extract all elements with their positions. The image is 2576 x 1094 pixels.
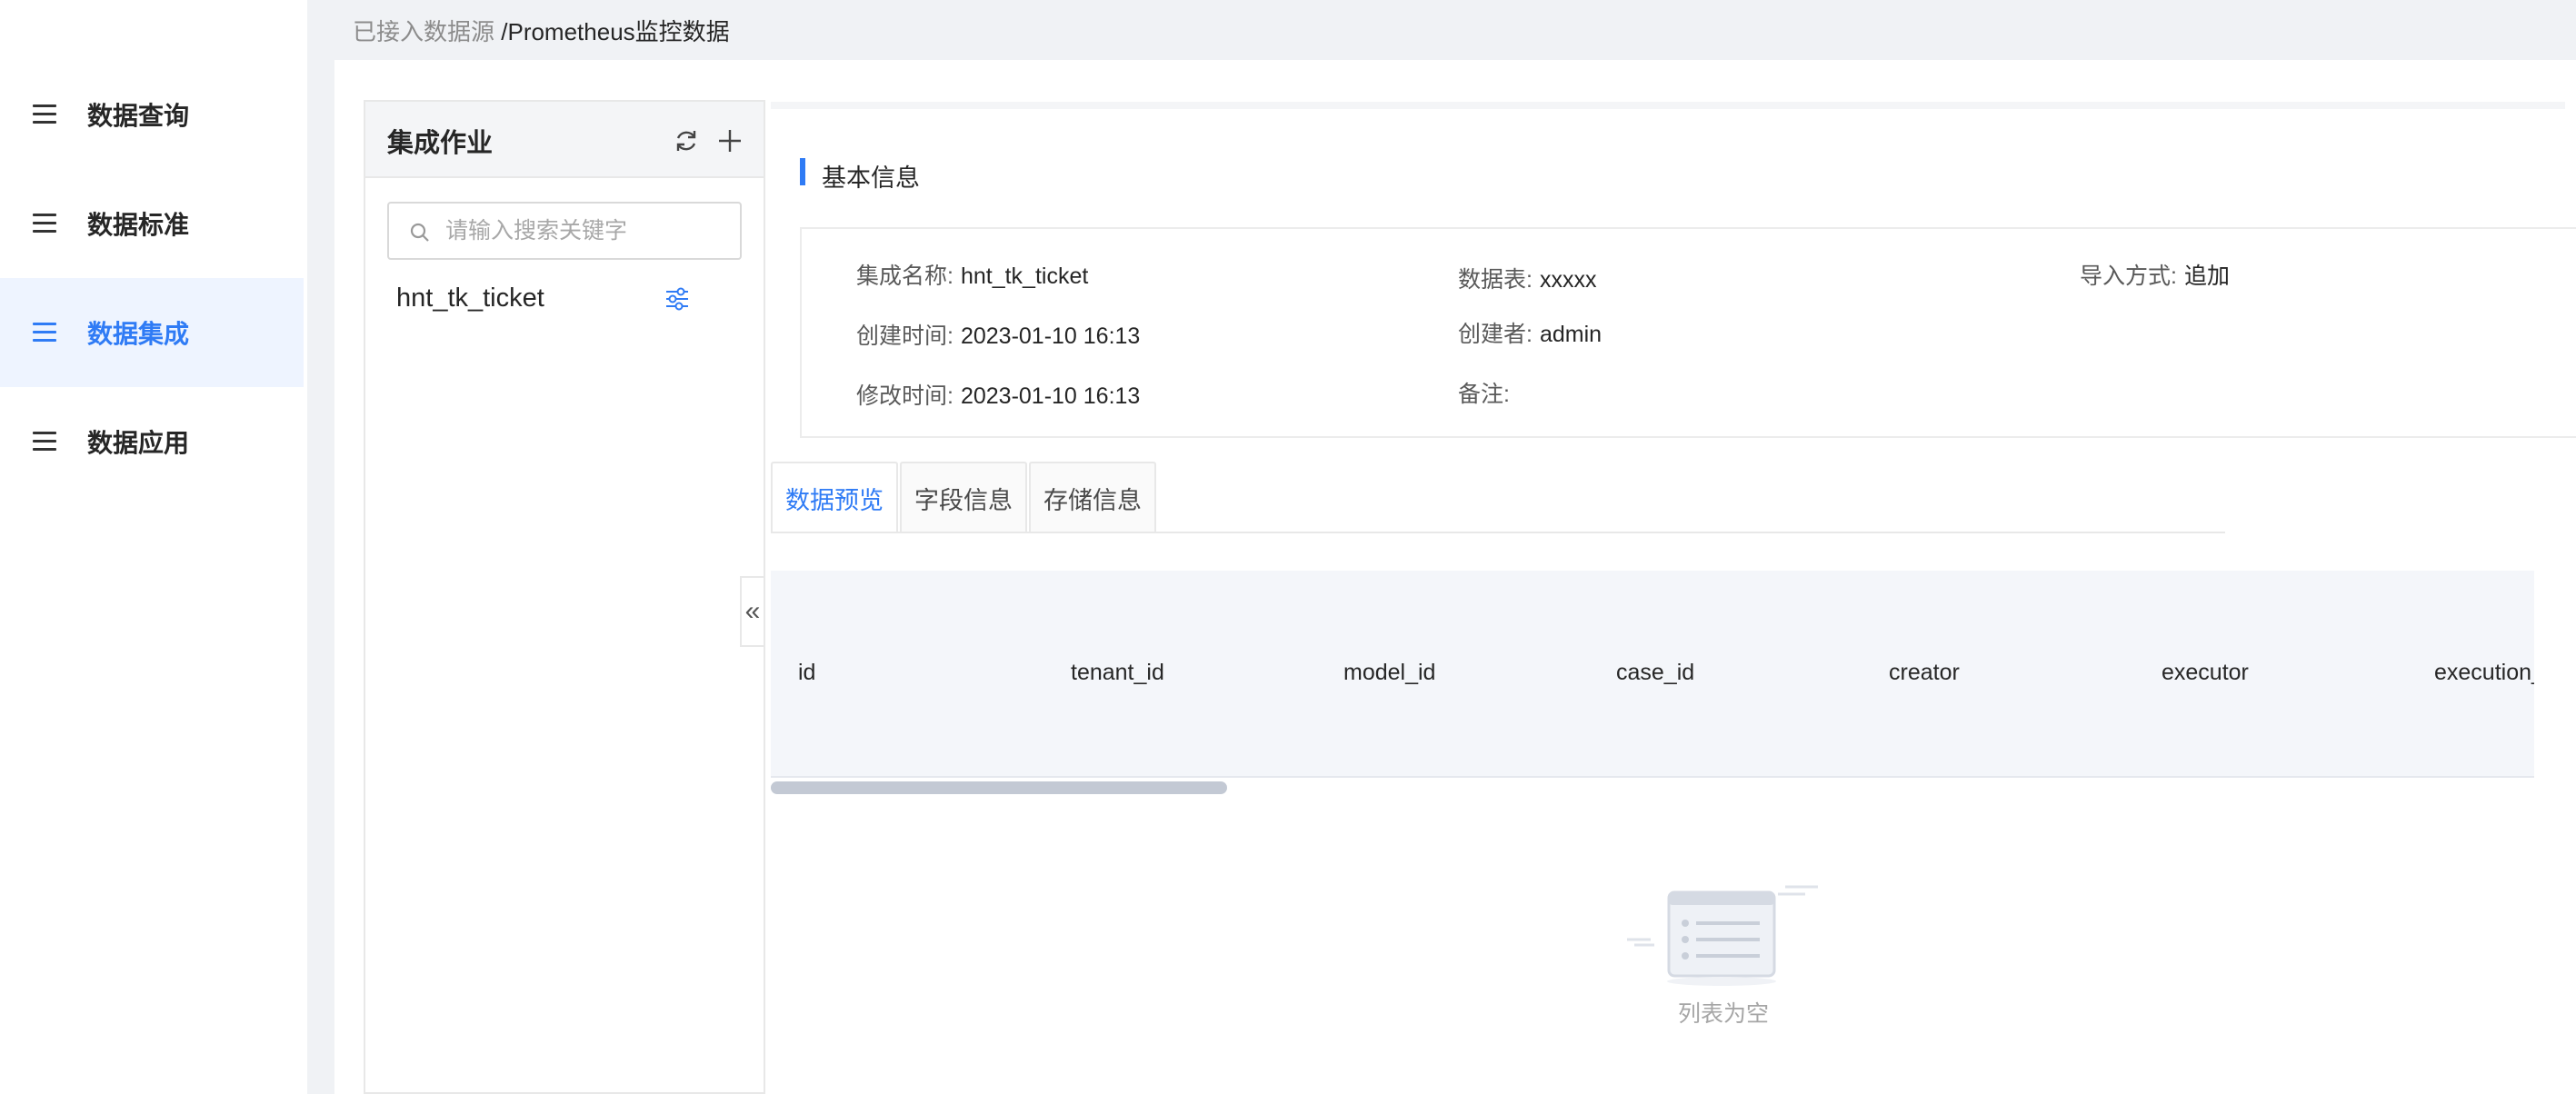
section-accent-bar [800, 158, 805, 185]
column-header[interactable]: id [798, 660, 815, 686]
search-input[interactable] [445, 213, 727, 249]
tab-field-info[interactable]: 字段信息 [900, 462, 1027, 532]
sidebar-item-label: 数据应用 [87, 429, 190, 457]
menu-icon [33, 104, 56, 124]
info-data-table: 数据表: xxxxx [1458, 267, 1597, 293]
column-header[interactable]: tenant_id [1071, 660, 1164, 686]
search-box [387, 202, 742, 260]
tab-storage-info[interactable]: 存储信息 [1029, 462, 1156, 532]
breadcrumb-current: /Prometheus监控数据 [501, 18, 730, 45]
menu-icon [33, 432, 56, 452]
tab-data-preview[interactable]: 数据预览 [771, 462, 898, 532]
column-header[interactable]: case_id [1616, 660, 1694, 686]
sidebar-item-data-standard[interactable]: 数据标准 [0, 169, 304, 278]
jobs-panel-title: 集成作业 [387, 129, 494, 158]
breadcrumb-parent-link[interactable]: 已接入数据源 [353, 18, 494, 45]
sidebar-item-data-integration[interactable]: 数据集成 [0, 278, 304, 387]
settings-sliders-icon[interactable] [664, 285, 691, 313]
column-header[interactable]: executor [2162, 660, 2249, 686]
menu-icon [33, 323, 56, 343]
info-creator: 创建者: admin [1458, 322, 1603, 347]
jobs-panel-header: 集成作业 [365, 102, 764, 178]
column-header[interactable]: creator [1889, 660, 1960, 686]
sidebar-item-label: 数据查询 [87, 102, 190, 130]
sidebar-item-data-query[interactable]: 数据查询 [0, 60, 304, 169]
sidebar-nav: 数据查询 数据标准 数据集成 数据应用 [0, 0, 307, 1094]
search-icon [410, 223, 429, 242]
menu-icon [33, 214, 56, 234]
double-chevron-left-icon: « [744, 596, 761, 626]
breadcrumb: 已接入数据源 /Prometheus监控数据 [353, 16, 730, 47]
empty-list-text: 列表为空 [1678, 1001, 1770, 1027]
info-remark: 备注: [1458, 382, 1510, 407]
collapse-panel-button[interactable]: « [740, 576, 764, 647]
refresh-icon[interactable] [673, 127, 700, 154]
detail-top-divider [771, 102, 2565, 109]
add-icon[interactable] [716, 127, 744, 154]
sidebar-item-label: 数据集成 [87, 320, 190, 348]
tabs-divider [771, 532, 2225, 533]
horizontal-scrollbar[interactable] [771, 781, 1227, 794]
sidebar-item-label: 数据标准 [87, 211, 190, 239]
table-header: id tenant_id model_id case_id creator ex… [771, 571, 2534, 778]
column-header[interactable]: execution_ [2434, 660, 2534, 686]
info-modified-time: 修改时间: 2023-01-10 16:13 [856, 383, 1141, 409]
job-list-item[interactable]: hnt_tk_ticket [396, 283, 544, 313]
column-header[interactable]: model_id [1343, 660, 1435, 686]
info-created-time: 创建时间: 2023-01-10 16:13 [856, 323, 1141, 349]
sidebar-item-data-application[interactable]: 数据应用 [0, 387, 304, 496]
info-import-mode: 导入方式: 追加 [2080, 264, 2230, 289]
empty-list-icon [1627, 885, 1818, 986]
info-integration-name: 集成名称: hnt_tk_ticket [856, 264, 1089, 289]
section-title: 基本信息 [822, 164, 920, 192]
jobs-panel: 集成作业 [364, 100, 765, 1094]
